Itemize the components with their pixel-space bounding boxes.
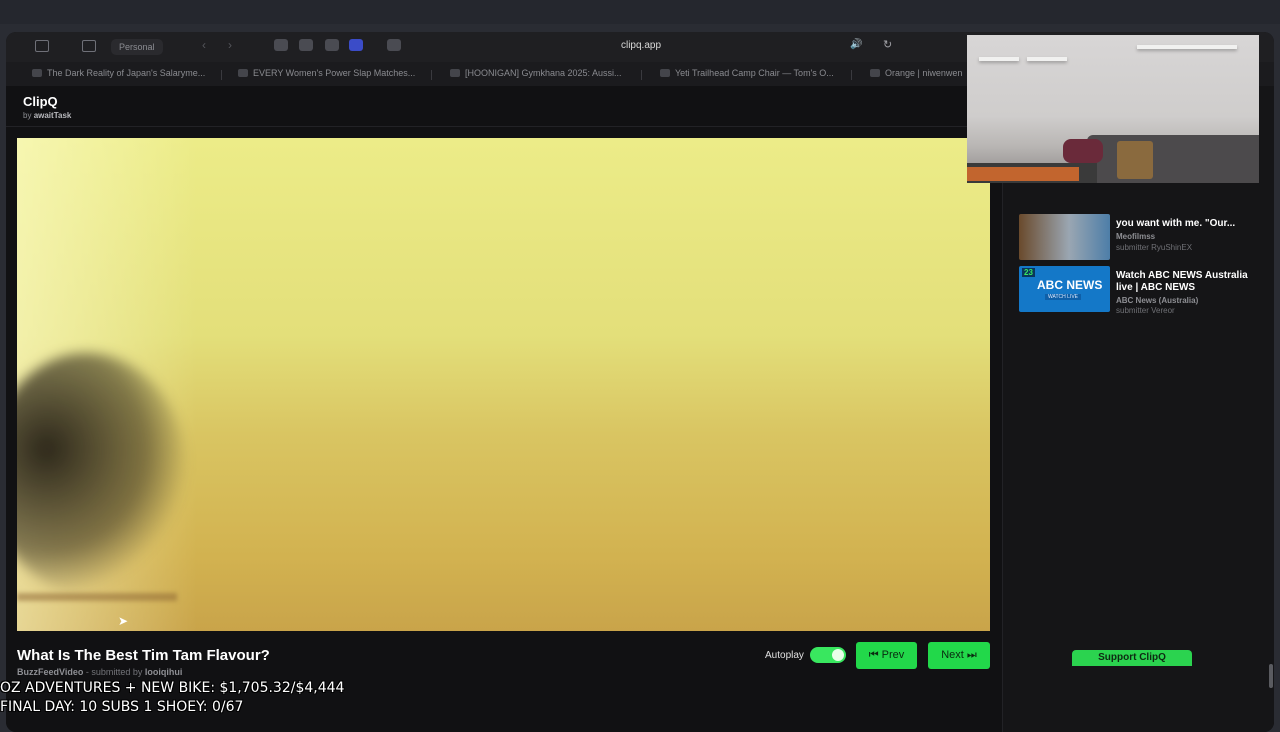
related-video-channel: Meofilmss xyxy=(1116,232,1156,241)
favicon-icon xyxy=(32,69,42,77)
related-video-channel: ABC News (Australia) xyxy=(1116,296,1199,305)
autoplay-toggle[interactable] xyxy=(810,647,846,663)
couch xyxy=(1087,135,1259,183)
video-frame-detail xyxy=(17,593,177,601)
tab-divider xyxy=(431,70,432,80)
pizza-box xyxy=(967,167,1079,181)
related-video-submitter: submitter RyuShinEX xyxy=(1116,243,1193,252)
scrollbar[interactable] xyxy=(1269,664,1273,688)
browser-tab[interactable]: Orange | niwenwen xyxy=(870,68,962,78)
tab-divider xyxy=(221,70,222,80)
support-button[interactable]: Support ClipQ xyxy=(1072,650,1192,666)
tab-overview-icon[interactable] xyxy=(35,40,49,52)
favicon-icon xyxy=(450,69,460,77)
channel-name[interactable]: BuzzFeedVideo xyxy=(17,667,83,677)
speaker-icon[interactable]: 🔊 xyxy=(850,39,862,50)
favicon-icon xyxy=(870,69,880,77)
related-video-item[interactable]: you want with me. "Our... Meofilmss subm… xyxy=(1019,214,1269,262)
video-thumbnail[interactable]: 23 ABC NEWS WATCH LIVE xyxy=(1019,266,1110,312)
submitter-name[interactable]: looiqihui xyxy=(145,667,183,677)
favicon-icon xyxy=(238,69,248,77)
video-title: What Is The Best Tim Tam Flavour? xyxy=(17,647,270,664)
queue-position-badge: 23 xyxy=(1022,268,1035,277)
stream-goal-text: OZ ADVENTURES + NEW BIKE: $1,705.32/$4,4… xyxy=(0,680,345,696)
back-arrow-icon[interactable]: ‹ xyxy=(202,38,206,52)
prev-button[interactable]: ⏮ Prev xyxy=(856,642,917,669)
related-video-submitter: submitter Vereor xyxy=(1116,306,1175,315)
header-divider xyxy=(6,126,1002,127)
extension-icon[interactable] xyxy=(299,39,313,51)
favicon-icon xyxy=(660,69,670,77)
app-byline: by awaitTask xyxy=(23,111,72,120)
watch-live-badge: WATCH LIVE xyxy=(1045,294,1082,300)
reload-icon[interactable]: ↻ xyxy=(883,38,892,51)
webcam-overlay xyxy=(967,35,1259,183)
browser-tab[interactable]: The Dark Reality of Japan's Salaryme... xyxy=(32,68,205,78)
wall-shelf xyxy=(1027,57,1067,61)
macos-menu-bar xyxy=(0,0,1280,24)
stream-subs-text: FINAL DAY: 10 SUBS 1 SHOEY: 0/67 xyxy=(0,699,244,715)
reader-icon[interactable] xyxy=(387,39,401,51)
video-thumbnail[interactable] xyxy=(1019,214,1110,260)
app-title[interactable]: ClipQ xyxy=(23,94,71,109)
toggle-knob xyxy=(832,649,844,661)
wall-shelf xyxy=(979,57,1019,61)
next-button[interactable]: Next ⏭ xyxy=(928,642,990,669)
related-video-title[interactable]: Watch ABC NEWS Australia live | ABC NEWS xyxy=(1116,270,1266,294)
browser-tab[interactable]: [HOONIGAN] Gymkhana 2025: Aussi... xyxy=(450,68,622,78)
shield-icon[interactable] xyxy=(325,39,339,51)
blanket xyxy=(1063,139,1103,163)
extension-icon[interactable] xyxy=(274,39,288,51)
related-video-title[interactable]: you want with me. "Our... xyxy=(1116,218,1266,230)
extension-icon[interactable] xyxy=(349,39,363,51)
abc-news-logo: ABC NEWS xyxy=(1037,278,1103,292)
sidebar-toggle-icon[interactable] xyxy=(82,40,96,52)
mouse-cursor-icon: ➤ xyxy=(118,614,129,628)
browser-tab[interactable]: Yeti Trailhead Camp Chair — Tom's O... xyxy=(660,68,834,78)
shopping-bag xyxy=(1117,141,1153,179)
tab-divider xyxy=(641,70,642,80)
autoplay-label: Autoplay xyxy=(765,650,804,661)
forward-arrow-icon[interactable]: › xyxy=(228,38,232,52)
brand: ClipQ by awaitTask xyxy=(23,94,71,120)
profile-menu[interactable]: Personal xyxy=(111,39,163,55)
browser-tab[interactable]: EVERY Women's Power Slap Matches... xyxy=(238,68,415,78)
wall-shelf xyxy=(1137,45,1237,49)
related-video-item[interactable]: 23 ABC NEWS WATCH LIVE Watch ABC NEWS Au… xyxy=(1019,266,1269,315)
tab-divider xyxy=(851,70,852,80)
author-name[interactable]: awaitTask xyxy=(34,111,72,120)
video-meta: BuzzFeedVideo - submitted by looiqihui xyxy=(17,667,183,677)
address-bar[interactable]: clipq.app xyxy=(566,40,716,51)
video-player[interactable]: ➤ xyxy=(17,138,990,631)
